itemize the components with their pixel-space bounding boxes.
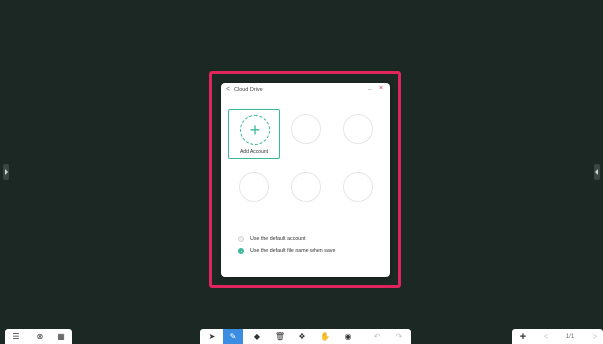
option-default-account-label: Use the default account [250,236,306,242]
checkbox-default-filename[interactable] [238,248,244,254]
minimize-icon[interactable]: – [368,86,371,94]
menu-icon[interactable]: ☰ [10,329,22,344]
option-default-filename-label: Use the default file name when save [250,248,336,254]
cloud-drive-dialog: < Cloud Drive – × + Add Account Use the … [221,83,390,277]
account-slot [332,167,384,217]
option-default-account[interactable]: Use the default account [238,235,306,243]
view-icon[interactable]: ◉ [341,329,355,344]
left-panel-handle[interactable] [3,164,9,180]
qr-code-icon[interactable]: ▦ [55,329,67,344]
account-slot [280,109,332,159]
right-panel-handle[interactable] [594,164,600,180]
delete-icon[interactable]: 🗑 [273,329,287,344]
account-slot [228,167,280,217]
toolbar-center: ➤ ✎ ◆ 🗑 ❖ ✋ ◉ ↶ ↷ [200,329,411,344]
add-account-label: Add Account [239,149,269,155]
checkbox-default-account[interactable] [238,236,244,242]
next-page-icon[interactable]: > [589,329,601,344]
toolbar-right: + < 1/1 > [512,329,603,344]
add-page-icon[interactable]: + [516,329,530,344]
eraser-icon[interactable]: ◆ [250,329,264,344]
dialog-title: Cloud Drive [234,87,263,93]
shapes-icon[interactable]: ❖ [295,329,309,344]
redo-icon[interactable]: ↷ [392,329,406,344]
pen-icon[interactable]: ✎ [223,329,243,344]
add-account-button[interactable]: + Add Account [228,109,280,159]
account-slot [280,167,332,217]
dialog-header: < Cloud Drive – × [221,83,390,97]
select-icon[interactable]: ➤ [205,329,219,344]
option-default-filename[interactable]: Use the default file name when save [238,247,335,255]
undo-icon[interactable]: ↶ [370,329,384,344]
add-account-circle: + [240,115,270,145]
hand-icon[interactable]: ✋ [318,329,332,344]
close-circle-icon[interactable]: ⊗ [34,329,46,344]
back-icon[interactable]: < [226,86,230,94]
plus-icon: + [249,120,261,140]
close-icon[interactable]: × [379,85,383,93]
account-slot [332,109,384,159]
toolbar-left: ☰ ⊗ ▦ [5,329,72,344]
page-indicator: 1/1 [565,333,575,340]
prev-page-icon[interactable]: < [540,329,552,344]
